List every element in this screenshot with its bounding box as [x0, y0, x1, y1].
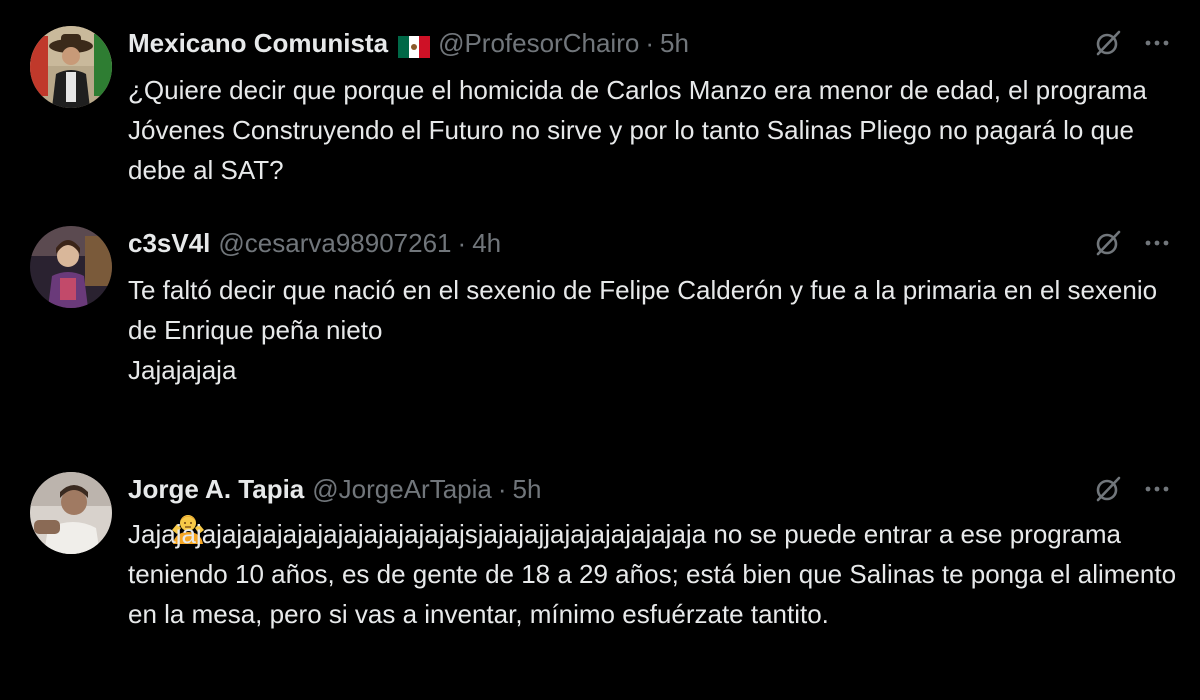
- grok-icon[interactable]: [1094, 29, 1122, 57]
- tweet-paragraph: Jajajajajajajajajajajajajajajajajsjajaja…: [128, 519, 1184, 629]
- grok-icon[interactable]: [1094, 229, 1122, 257]
- tweet-actions: [1094, 226, 1170, 260]
- display-name[interactable]: Jorge A. Tapia: [128, 472, 304, 506]
- mexico-flag-icon: [398, 32, 431, 58]
- timestamp[interactable]: 5h: [660, 26, 689, 60]
- more-options-icon[interactable]: [1144, 229, 1170, 257]
- tweet-actions: [1094, 472, 1170, 506]
- tweet-line: Jajajajaja: [128, 355, 237, 385]
- separator: ·: [457, 228, 467, 258]
- user-handle[interactable]: @JorgeArTapia: [312, 472, 492, 506]
- tweet-1[interactable]: Mexicano Comunista @ProfesorChairo · 5h: [0, 26, 1200, 196]
- tweet-3[interactable]: Jorge A. Tapia @JorgeArTapia · 5h Jajaja…: [0, 472, 1200, 700]
- avatar-image: [30, 472, 112, 554]
- separator: ·: [645, 28, 654, 58]
- avatar-image: [30, 26, 112, 108]
- avatar[interactable]: [30, 226, 112, 308]
- tweet-text: ¿Quiere decir que porque el homicida de …: [128, 70, 1178, 190]
- display-name[interactable]: Mexicano Comunista: [128, 26, 388, 60]
- grok-icon[interactable]: [1094, 475, 1122, 503]
- separator: ·: [497, 474, 507, 504]
- timestamp[interactable]: 4h: [472, 226, 501, 260]
- avatar[interactable]: [30, 472, 112, 554]
- more-options-icon[interactable]: [1144, 29, 1170, 57]
- avatar[interactable]: [30, 26, 112, 108]
- user-handle[interactable]: @ProfesorChairo: [438, 26, 639, 60]
- avatar-image: [30, 226, 112, 308]
- tweet-line: Te faltó decir que nació en el sexenio d…: [128, 275, 1165, 345]
- tweet-paragraph: ¿Quiere decir que porque el homicida de …: [128, 75, 1155, 185]
- tweet-actions: [1094, 26, 1170, 60]
- tweet-header: c3sV4l @cesarva98907261 · 4h: [128, 226, 501, 260]
- more-options-icon[interactable]: [1144, 475, 1170, 503]
- timestamp[interactable]: 5h: [513, 472, 542, 506]
- person-shrugging-emoji-icon: [171, 430, 205, 544]
- display-name[interactable]: c3sV4l: [128, 226, 210, 260]
- tweet-header: Jorge A. Tapia @JorgeArTapia · 5h: [128, 472, 541, 506]
- tweet-header: Mexicano Comunista @ProfesorChairo · 5h: [128, 26, 689, 60]
- user-handle[interactable]: @cesarva98907261: [218, 226, 451, 260]
- tweet-text: Jajajajajajajajajajajajajajajajajsjajaja…: [128, 514, 1178, 634]
- tweet-2[interactable]: c3sV4l @cesarva98907261 · 4h Te faltó de…: [0, 226, 1200, 544]
